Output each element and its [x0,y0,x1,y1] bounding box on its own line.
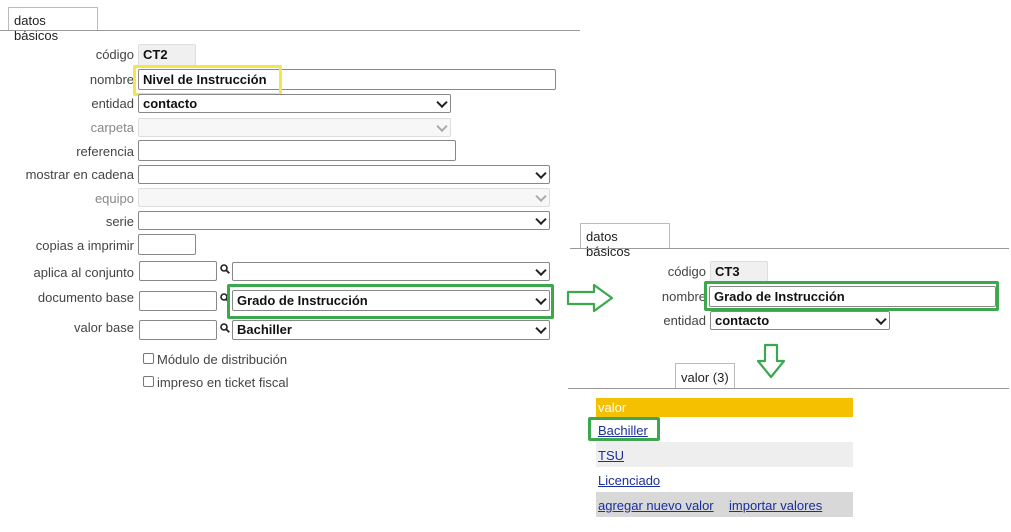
tab-divider [570,248,1009,249]
magnifier-icon[interactable] [220,323,230,333]
tab-datos-basicos-left[interactable]: datos básicos [8,7,98,43]
chevron-down-icon [535,322,547,335]
label-serie: serie [105,214,134,229]
arrow-right-icon [566,283,614,313]
label-carpeta: carpeta [90,120,134,135]
magnifier-icon[interactable] [220,264,230,274]
label-nombre: nombre [89,72,134,87]
copias-a-imprimir-field[interactable] [138,234,196,255]
label-codigo: código [95,47,134,62]
agregar-nuevo-valor-link[interactable]: agregar nuevo valor [598,498,714,513]
codigo-field: CT2 [138,44,196,66]
label-documento-base: documento base [37,290,134,305]
serie-select[interactable] [138,211,550,230]
label-valor-base: valor base [74,320,134,335]
label-copias-a-imprimir: copias a imprimir [35,238,134,253]
entidad-value: contacto [143,96,198,111]
highlight-bachiller [588,417,660,441]
referencia-field[interactable] [138,140,456,161]
documento-base-code[interactable] [139,291,217,311]
mostrar-en-cadena-select[interactable] [138,165,550,184]
label-aplica-al-conjunto: aplica al conjunto [33,265,134,280]
label-nombre: nombre [661,289,706,304]
tab-label: datos básicos [14,13,59,43]
impreso-ticket-fiscal-label: impreso en ticket fiscal [157,375,289,390]
modulo-distribucion-label: Módulo de distribución [157,352,288,367]
label-entidad: entidad [663,313,706,328]
label-referencia: referencia [76,144,134,159]
table-header-label: valor [598,400,627,415]
tab-divider [568,388,1009,389]
aplica-al-conjunto-select[interactable] [232,262,550,281]
valor-base-value: Bachiller [237,322,292,337]
entidad-select[interactable]: contacto [710,311,890,330]
entidad-value: contacto [715,313,770,328]
label-entidad: entidad [91,96,134,111]
highlight-nombre [133,65,282,96]
codigo-field: CT3 [710,261,768,282]
table-header: valor [596,398,853,417]
tab-divider [0,30,580,31]
chevron-down-icon [535,190,547,202]
highlight-nombre [704,281,999,311]
chevron-down-icon [535,213,547,225]
valor-base-code[interactable] [139,320,217,340]
chevron-down-icon [436,96,448,108]
highlight-documento-base [227,284,554,319]
label-mostrar-en-cadena: mostrar en cadena [25,167,134,182]
aplica-al-conjunto-code[interactable] [139,261,217,281]
carpeta-select [138,118,451,137]
chevron-down-icon [436,120,448,132]
chevron-down-icon [535,264,547,276]
chevron-down-icon [535,167,547,179]
entidad-select[interactable]: contacto [138,94,451,113]
tab-valor[interactable]: valor (3) [675,363,735,389]
valor-base-select[interactable]: Bachiller [232,320,550,340]
equipo-select [138,188,550,207]
importar-valores-link[interactable]: importar valores [729,498,822,513]
label-codigo: código [667,264,706,279]
impreso-ticket-fiscal-checkbox[interactable] [143,376,154,387]
tab-label: datos básicos [586,229,631,259]
label-equipo: equipo [94,191,134,206]
table-row-link[interactable]: TSU [598,448,624,463]
table-row-link[interactable]: Licenciado [598,473,660,488]
modulo-distribucion-checkbox[interactable] [143,353,154,364]
tab-label: valor (3) [681,370,729,385]
table-row [596,442,853,467]
arrow-down-icon [756,343,786,379]
chevron-down-icon [875,313,887,325]
tab-datos-basicos-right[interactable]: datos básicos [580,223,670,259]
